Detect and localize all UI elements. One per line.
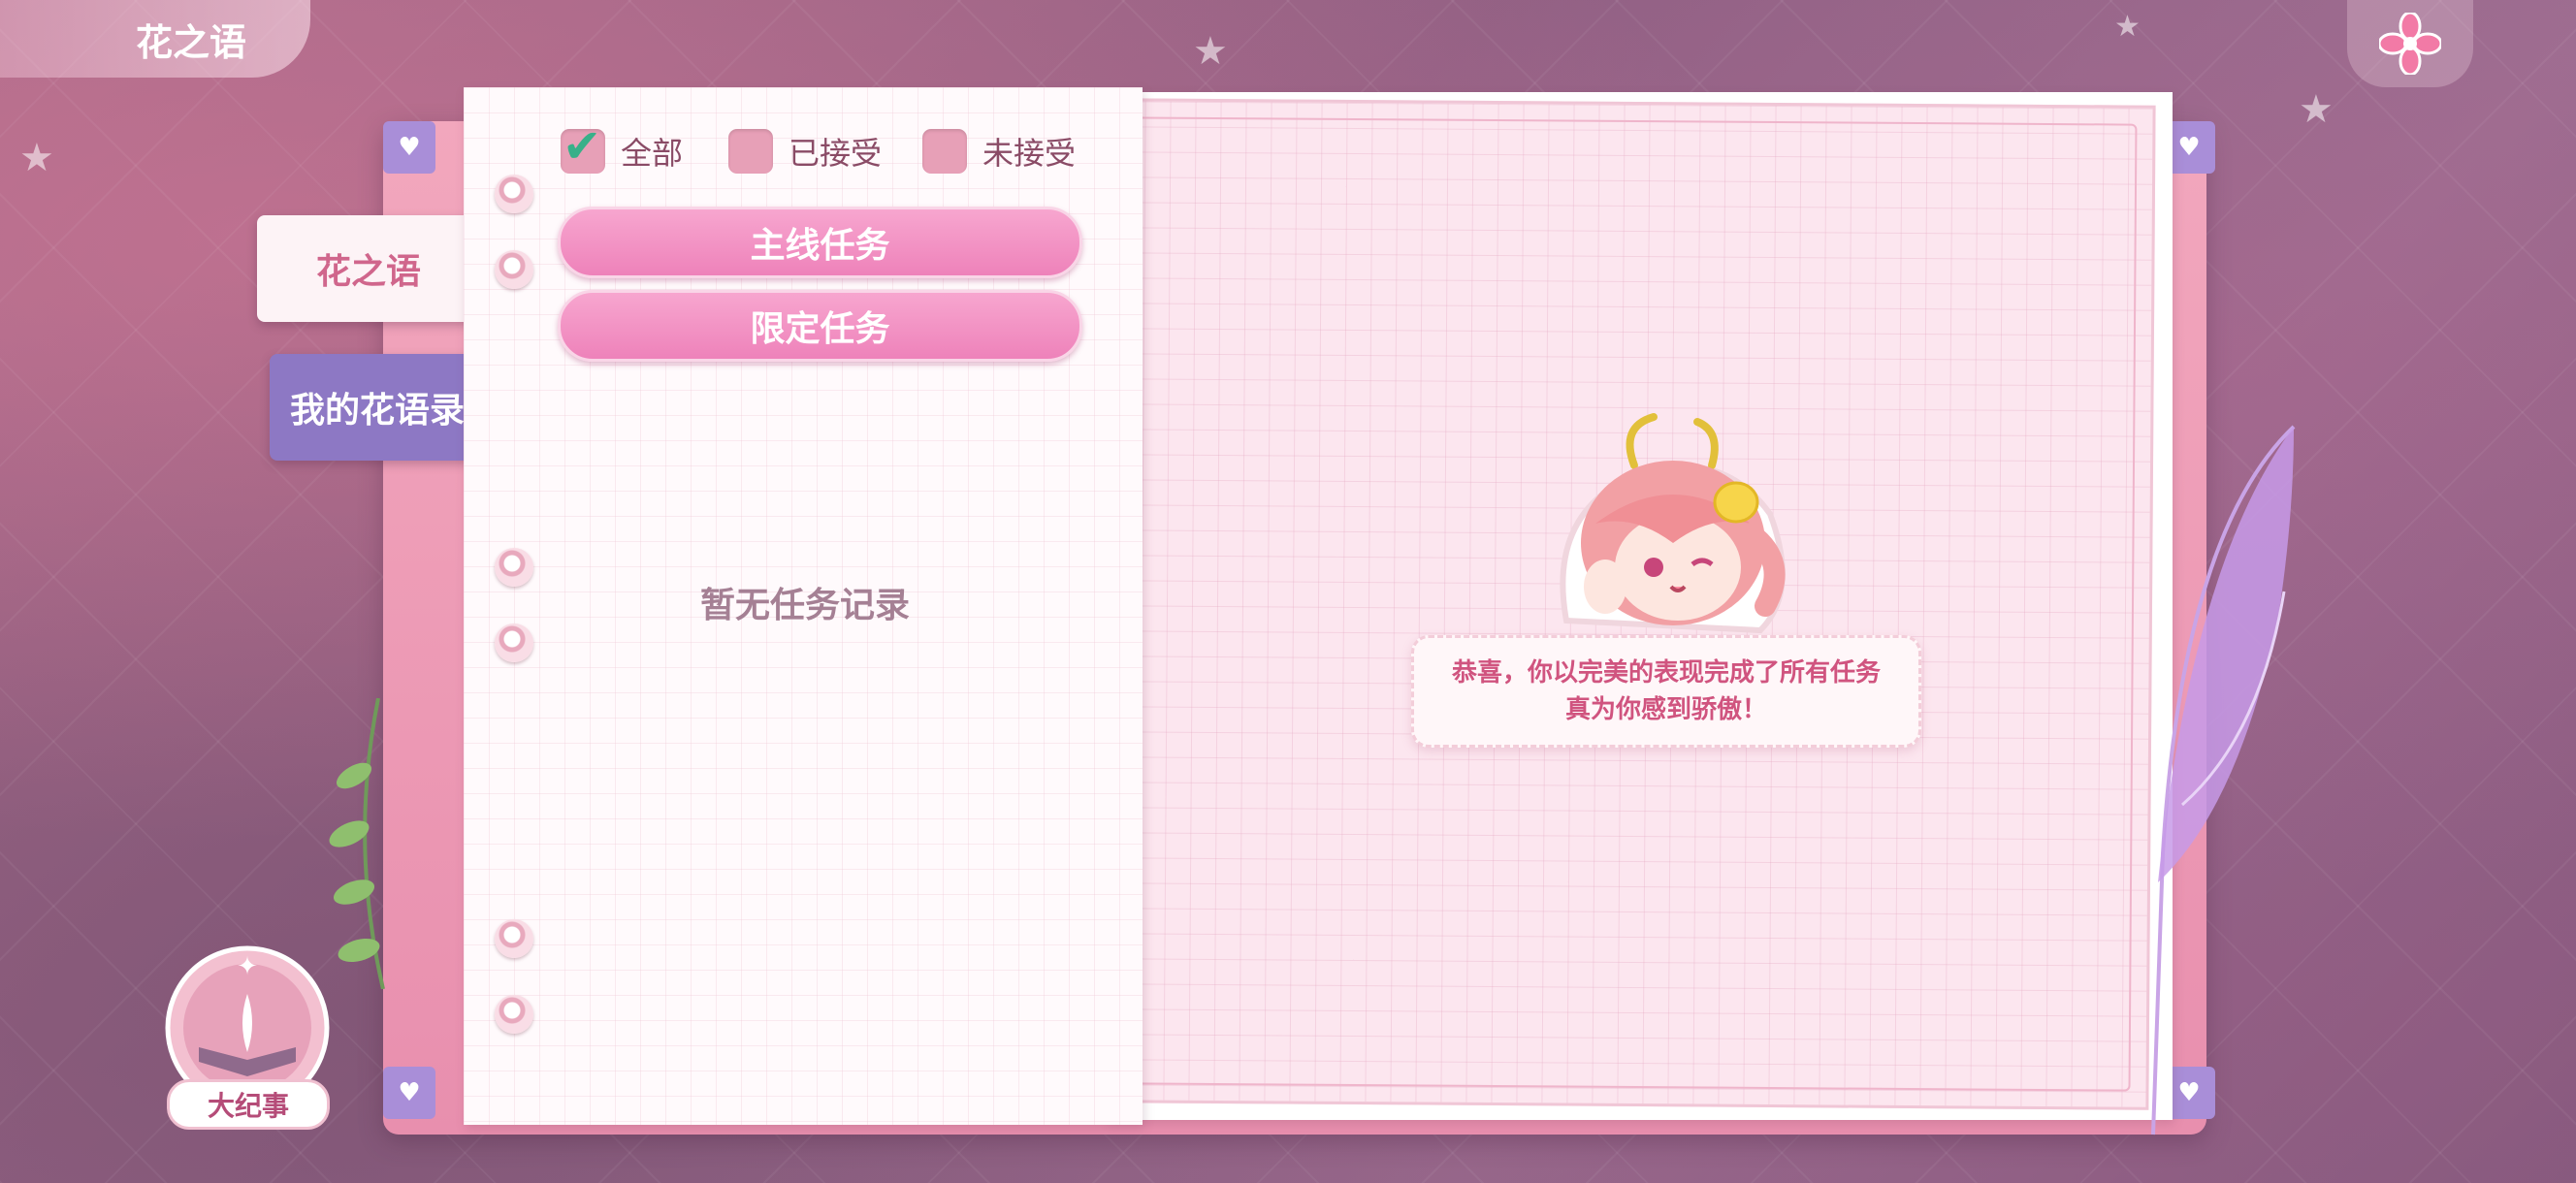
filter-label: 已接受 <box>789 135 883 172</box>
task-label: 限定任务 <box>750 309 890 349</box>
tab-flower-language[interactable]: 花之语 <box>257 215 480 322</box>
binder-ring <box>495 919 533 958</box>
tab-my-flower-records[interactable]: 我的花语录 <box>270 354 485 461</box>
filter-all[interactable]: ✔ 全部 <box>561 123 684 174</box>
limited-quest-button[interactable]: 限定任务 <box>558 290 1082 362</box>
congrats-line-2: 真为你感到骄傲！ <box>1564 695 1767 724</box>
page-title-tab: 花之语 <box>0 0 310 78</box>
binder-ring <box>495 623 533 662</box>
check-icon: ✔ <box>563 119 602 174</box>
binder-ring <box>495 548 533 587</box>
heart-corner-icon: ♥ <box>383 121 435 174</box>
tab-label: 我的花语录 <box>289 391 465 431</box>
star-decoration: ★ <box>19 136 54 180</box>
binder-ring <box>495 175 533 213</box>
checkbox[interactable] <box>922 129 967 174</box>
filter-label: 未接受 <box>982 135 1077 172</box>
filter-not-accepted[interactable]: 未接受 <box>922 129 1076 174</box>
heart-corner-icon: ♥ <box>383 1067 435 1119</box>
svg-text:✦: ✦ <box>237 952 258 981</box>
checkbox[interactable] <box>728 129 773 174</box>
chibi-character-illustration <box>1560 413 1786 634</box>
binder-ring <box>495 250 533 289</box>
big-event-label: 大纪事 <box>167 1079 330 1130</box>
page-title: 花之语 <box>136 20 247 64</box>
checkbox-checked[interactable]: ✔ <box>561 123 605 174</box>
main-quest-button[interactable]: 主线任务 <box>558 207 1082 278</box>
close-button[interactable] <box>2347 0 2473 87</box>
filter-label: 全部 <box>621 135 684 172</box>
flower-close-icon <box>2379 13 2441 75</box>
empty-task-message: 暂无任务记录 <box>699 586 910 625</box>
congrats-line-1: 恭喜，你以完美的表现完成了所有任务 <box>1451 658 1881 687</box>
feather-quill-decoration <box>2151 425 2296 1135</box>
congrats-speech-bubble: 恭喜，你以完美的表现完成了所有任务 真为你感到骄傲！ <box>1411 635 1921 748</box>
binder-ring <box>495 995 533 1034</box>
task-label: 主线任务 <box>750 226 890 266</box>
filter-accepted[interactable]: 已接受 <box>728 129 882 174</box>
star-decoration: ★ <box>2299 87 2334 132</box>
star-decoration: ★ <box>2114 10 2141 44</box>
star-decoration: ★ <box>1193 29 1228 74</box>
tab-label: 花之语 <box>315 252 421 292</box>
